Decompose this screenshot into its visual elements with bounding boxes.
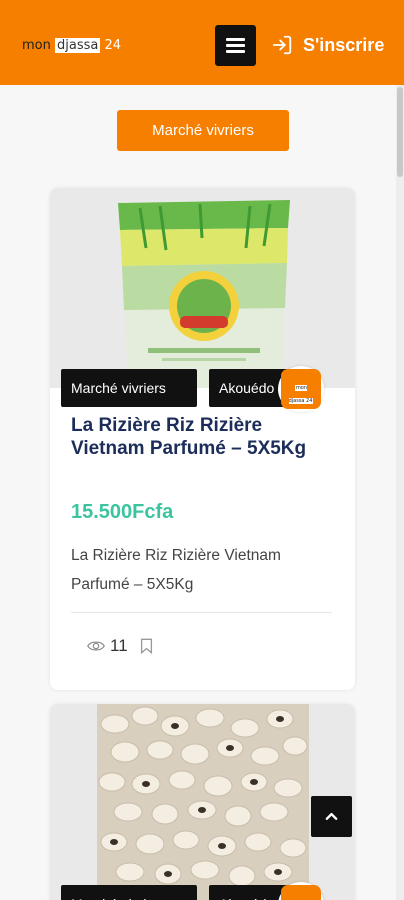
avatar-logo: mon djassa 24 (281, 885, 321, 900)
black-eyed-beans-photo[interactable] (50, 704, 355, 900)
eye-icon (87, 641, 105, 651)
category-tag[interactable]: Marché vivriers (61, 885, 197, 900)
bookmark-icon[interactable] (140, 638, 153, 654)
avatar-logo-text: mon djassa 24 (288, 385, 314, 404)
listing-card[interactable]: Marché vivriers Akouédo mon djassa 24 (50, 704, 355, 900)
seller-avatar[interactable]: mon djassa 24 (278, 366, 324, 412)
logo-djassa: djassa (55, 38, 101, 53)
listing-price: 15.500Fcfa (71, 501, 174, 523)
login-arrow-icon (272, 35, 292, 55)
page-scrollbar[interactable] (396, 85, 404, 900)
signup-link[interactable]: S'inscrire (271, 32, 384, 58)
category-tag[interactable]: Marché vivriers (61, 369, 197, 407)
site-logo[interactable]: mon djassa 24 (22, 38, 121, 53)
signup-label: S'inscrire (303, 34, 385, 55)
listing-title[interactable]: La Rizière Riz Rizière Vietnam Parfumé –… (71, 414, 331, 460)
rice-bag-image (50, 188, 355, 388)
site-header: mon djassa 24 S'inscrire (0, 0, 404, 85)
category-button[interactable]: Marché vivriers (117, 110, 289, 151)
rice-bag-photo[interactable] (50, 188, 355, 388)
logo-mon: mon (22, 38, 51, 53)
listing-card[interactable]: Marché vivriers Akouédo mon djassa 24 La… (50, 188, 355, 690)
back-to-top-button[interactable] (311, 796, 352, 837)
chevron-up-icon (325, 812, 338, 820)
hamburger-menu-icon (226, 38, 245, 41)
hamburger-menu-icon-bar (226, 50, 245, 53)
logo-number: 24 (104, 38, 122, 53)
listing-description: La Rizière Riz Rizière Vietnam Parfumé –… (71, 547, 281, 593)
menu-button[interactable] (215, 25, 256, 66)
scrollbar-thumb[interactable] (397, 87, 403, 177)
card-divider (71, 612, 332, 613)
avatar-logo: mon djassa 24 (281, 369, 321, 409)
beans-image (50, 704, 355, 900)
view-count: 11 (110, 636, 128, 655)
hamburger-menu-icon-bar (226, 44, 245, 47)
